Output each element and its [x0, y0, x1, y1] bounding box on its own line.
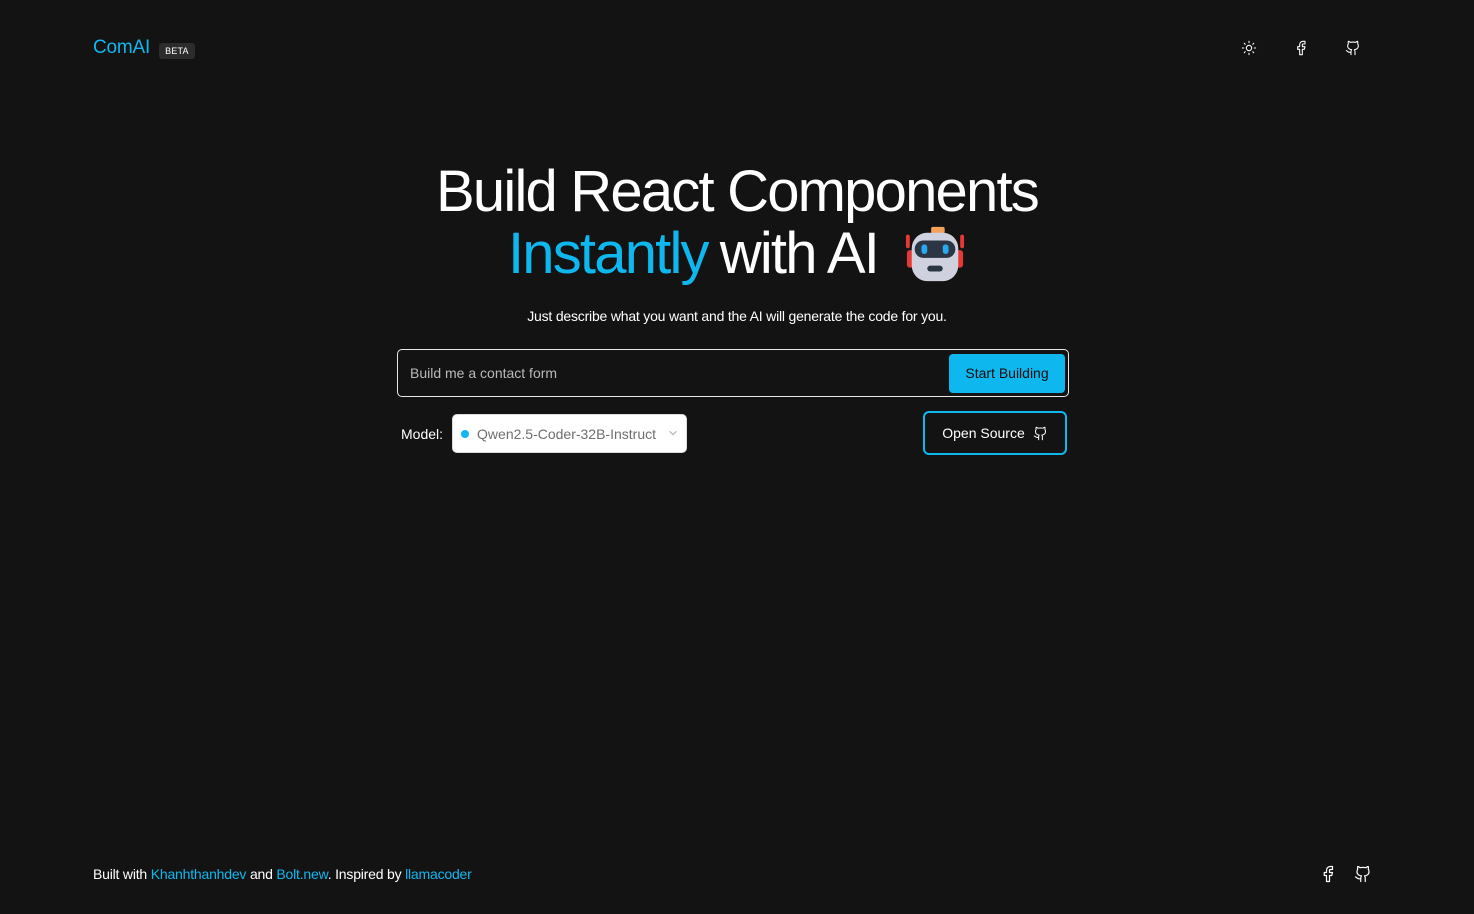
logo[interactable]: ComAI: [93, 37, 150, 59]
beta-badge: BETA: [159, 42, 195, 59]
model-selected-value: Qwen2.5-Coder-32B-Instruct: [477, 425, 656, 442]
header-icons: [1240, 39, 1381, 57]
header: ComAI BETA: [93, 30, 1381, 66]
credits-mid: . Inspired by: [327, 866, 402, 882]
model-label: Model:: [401, 425, 444, 442]
footer-facebook-link[interactable]: [1319, 865, 1337, 883]
footer: Built with Khanhthanhdev and Bolt.new. I…: [93, 862, 1381, 886]
chevron-down-icon: [668, 425, 678, 443]
subtitle: Just describe what you want and the AI w…: [527, 308, 947, 324]
prompt-input[interactable]: [410, 365, 949, 381]
prompt-bar: Start Building: [397, 349, 1069, 397]
facebook-icon: [1297, 40, 1306, 56]
robot-icon: [905, 226, 965, 282]
github-icon: [1354, 865, 1370, 883]
github-link[interactable]: [1344, 39, 1362, 57]
credits-connector: and: [249, 866, 273, 882]
bolt-new-link[interactable]: Bolt.new: [276, 866, 328, 882]
hero: Build React Components Instantly with AI: [0, 162, 1474, 325]
headline-accent-word: Instantly: [507, 221, 710, 286]
footer-icons: [1319, 865, 1381, 883]
sun-icon: [1241, 40, 1257, 56]
open-source-button[interactable]: Open Source: [923, 411, 1067, 455]
headline: Build React Components Instantly with AI: [0, 162, 1474, 286]
headline-rest: with AI: [719, 221, 880, 286]
facebook-link[interactable]: [1292, 39, 1310, 57]
footer-github-link[interactable]: [1354, 865, 1372, 883]
model-row: Model: Qwen2.5-Coder-32B-Instruct: [401, 414, 688, 453]
github-icon: [1033, 426, 1046, 440]
brand[interactable]: ComAI BETA: [93, 37, 195, 59]
facebook-icon: [1323, 865, 1334, 883]
page: ComAI BETA Build React Components Instan…: [0, 0, 1474, 914]
start-building-button[interactable]: Start Building: [949, 353, 1065, 393]
open-source-label: Open Source: [942, 425, 1025, 441]
credits: Built with Khanhthanhdev and Bolt.new. I…: [93, 866, 472, 882]
llamacoder-link[interactable]: llamacoder: [405, 866, 472, 882]
credits-prefix: Built with: [93, 866, 148, 882]
theme-toggle-button[interactable]: [1240, 39, 1258, 57]
github-icon: [1345, 40, 1359, 56]
headline-line-2: Instantly with AI: [508, 222, 966, 286]
khanhthanhdev-link[interactable]: Khanhthanhdev: [151, 866, 247, 882]
status-dot: [461, 429, 470, 438]
model-select[interactable]: Qwen2.5-Coder-32B-Instruct: [452, 414, 688, 453]
headline-line-1: Build React Components: [436, 159, 1040, 224]
